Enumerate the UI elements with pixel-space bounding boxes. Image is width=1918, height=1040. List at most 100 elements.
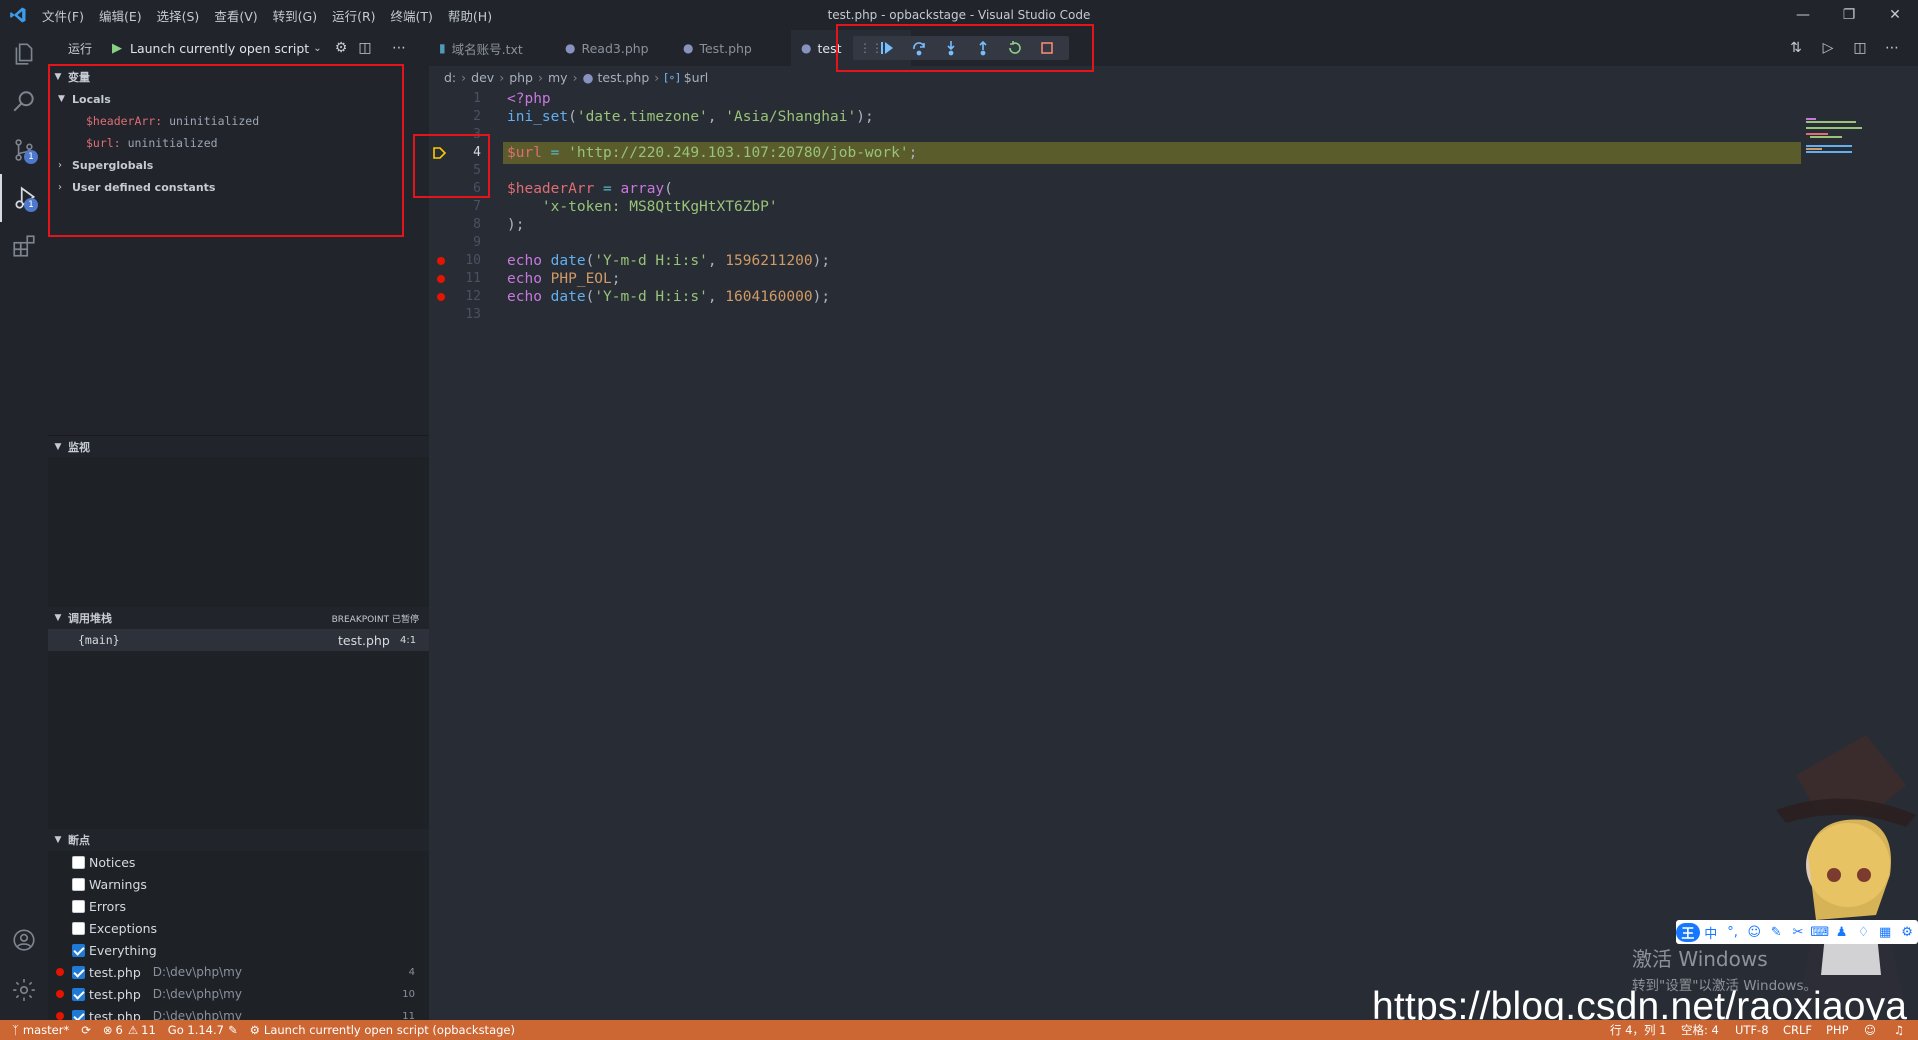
launch-settings-gear-icon[interactable]: ⚙ bbox=[332, 39, 350, 57]
breakpoint-path: D:\dev\php\my bbox=[152, 965, 242, 979]
ime-skin-icon[interactable]: ♢ bbox=[1852, 925, 1874, 940]
files-icon[interactable] bbox=[0, 30, 48, 78]
code-line[interactable]: 13 bbox=[429, 304, 1918, 326]
account-icon[interactable] bbox=[0, 916, 48, 964]
ime-settings-icon[interactable]: ⚙ bbox=[1896, 925, 1918, 940]
extensions-icon[interactable] bbox=[0, 222, 48, 270]
menu-edit[interactable]: 编辑(E) bbox=[99, 6, 142, 25]
run-file-icon[interactable]: ▷ bbox=[1819, 39, 1837, 57]
breakpoint-file: test.php bbox=[89, 964, 141, 980]
menu-bar: 文件(F) 编辑(E) 选择(S) 查看(V) 转到(G) 运行(R) 终端(T… bbox=[42, 0, 507, 30]
annotation-box-current-line bbox=[413, 134, 490, 198]
menu-go[interactable]: 转到(G) bbox=[273, 6, 317, 25]
restore-icon[interactable]: ❐ bbox=[1826, 0, 1872, 30]
ime-logo-icon[interactable]: 王 bbox=[1676, 922, 1700, 942]
checkbox[interactable] bbox=[72, 877, 85, 891]
ime-toolbar[interactable]: 王 中 °, ☺ ✎ ✂ ⌨ ♟ ♢ ▦ ⚙ bbox=[1676, 920, 1918, 944]
breadcrumb-item[interactable]: dev bbox=[471, 70, 494, 85]
encoding[interactable]: UTF-8 bbox=[1735, 1020, 1769, 1040]
breakpoint-file-row[interactable]: test.php D:\dev\php\my 10 bbox=[48, 983, 429, 1005]
breadcrumb-item[interactable]: $url bbox=[684, 70, 709, 85]
stack-frame-position: 4:1 bbox=[400, 634, 417, 646]
breakpoint-option-row[interactable]: Notices bbox=[48, 851, 429, 873]
minimize-icon[interactable]: — bbox=[1780, 0, 1826, 30]
debug-console-icon[interactable]: ◫ bbox=[356, 39, 374, 57]
chevron-down-icon[interactable]: ⌄ bbox=[313, 43, 321, 54]
more-actions-icon[interactable]: ⋯ bbox=[1883, 39, 1901, 57]
checkbox[interactable] bbox=[72, 855, 85, 869]
tab-label: Test.php bbox=[699, 40, 752, 56]
activate-title: 激活 Windows bbox=[1632, 947, 1768, 971]
settings-gear-icon[interactable] bbox=[0, 966, 48, 1014]
breakpoint-option-row[interactable]: Warnings bbox=[48, 873, 429, 895]
tab-domain-accounts[interactable]: ▮ 域名账号.txt bbox=[429, 30, 555, 66]
breakpoint-dot-icon bbox=[56, 1012, 64, 1020]
breadcrumb-item[interactable]: php bbox=[509, 70, 533, 85]
go-version[interactable]: Go 1.14.7 ✎ bbox=[168, 1023, 238, 1037]
sync-icon[interactable]: ⟳ bbox=[81, 1023, 91, 1037]
line-number: 13 bbox=[465, 307, 481, 322]
run-debug-icon[interactable]: 1 bbox=[0, 174, 48, 222]
ime-cut-icon[interactable]: ✂ bbox=[1787, 925, 1809, 940]
problems-indicator[interactable]: ⊗ 6 ⚠ 11 bbox=[103, 1023, 156, 1037]
ime-chinese-icon[interactable]: 中 bbox=[1700, 923, 1722, 942]
ime-emoji-icon[interactable]: ☺ bbox=[1743, 925, 1765, 940]
search-icon[interactable] bbox=[0, 78, 48, 126]
branch-icon: ᛉ bbox=[12, 1023, 19, 1037]
watch-panel bbox=[48, 457, 429, 607]
breakpoint-option-row[interactable]: Errors bbox=[48, 895, 429, 917]
line-ending[interactable]: CRLF bbox=[1783, 1020, 1812, 1040]
checkbox[interactable] bbox=[72, 987, 85, 1001]
breakpoint-option-label: Errors bbox=[89, 898, 126, 914]
menu-help[interactable]: 帮助(H) bbox=[448, 6, 492, 25]
cursor-position[interactable]: 行 4，列 1 bbox=[1610, 1020, 1666, 1040]
breakpoint-option-label: Notices bbox=[89, 854, 136, 870]
menu-selection[interactable]: 选择(S) bbox=[157, 6, 200, 25]
breakpoint-file: test.php bbox=[89, 986, 141, 1002]
notifications-bell-icon[interactable]: ♫ bbox=[1894, 1020, 1904, 1040]
checkbox[interactable] bbox=[72, 943, 85, 957]
open-changes-icon[interactable]: ⇅ bbox=[1787, 39, 1805, 57]
breakpoint-option-row[interactable]: Everything bbox=[48, 939, 429, 961]
git-branch[interactable]: ᛉ master* bbox=[12, 1023, 69, 1037]
ime-grid-icon[interactable]: ▦ bbox=[1874, 925, 1896, 940]
ime-punctuation-icon[interactable]: °, bbox=[1722, 925, 1744, 940]
indent-setting[interactable]: 空格: 4 bbox=[1681, 1020, 1719, 1040]
tab-read3[interactable]: ● Read3.php bbox=[555, 30, 673, 66]
start-debugging-icon[interactable]: ▶ bbox=[112, 41, 122, 56]
stack-frame-row[interactable]: {main} test.php 4:1 bbox=[48, 629, 429, 651]
more-actions-icon[interactable]: ⋯ bbox=[390, 39, 408, 57]
checkbox[interactable] bbox=[72, 921, 85, 935]
menu-view[interactable]: 查看(V) bbox=[214, 6, 257, 25]
launch-config-select[interactable]: Launch currently open script bbox=[130, 41, 309, 56]
tab-test-upper[interactable]: ● Test.php bbox=[673, 30, 791, 66]
breakpoint-dot-icon bbox=[56, 968, 64, 976]
watch-section-header[interactable]: ▼ 监视 bbox=[48, 435, 429, 457]
breadcrumb-item[interactable]: d: bbox=[444, 70, 456, 85]
callstack-section-header[interactable]: ▼ 调用堆栈 BREAKPOINT 已暂停 bbox=[48, 607, 429, 629]
ime-handwrite-icon[interactable]: ✎ bbox=[1765, 925, 1787, 940]
php-elephant-icon: ● bbox=[582, 69, 594, 85]
split-editor-icon[interactable]: ◫ bbox=[1851, 39, 1869, 57]
feedback-icon[interactable]: ☺ bbox=[1864, 1020, 1876, 1040]
menu-file[interactable]: 文件(F) bbox=[42, 6, 84, 25]
checkbox[interactable] bbox=[72, 899, 85, 913]
breakpoint-file-row[interactable]: test.php D:\dev\php\my 4 bbox=[48, 961, 429, 983]
close-icon[interactable]: ✕ bbox=[1872, 0, 1918, 30]
language-mode[interactable]: PHP bbox=[1826, 1020, 1849, 1040]
source-control-icon[interactable]: 1 bbox=[0, 126, 48, 174]
menu-terminal[interactable]: 终端(T) bbox=[391, 6, 433, 25]
callstack-title: 调用堆栈 bbox=[68, 612, 112, 625]
breadcrumb-item[interactable]: my bbox=[548, 70, 568, 85]
breakpoint-option-row[interactable]: Exceptions bbox=[48, 917, 429, 939]
checkbox[interactable] bbox=[72, 965, 85, 979]
paused-status: BREAKPOINT 已暂停 bbox=[331, 614, 419, 625]
php-elephant-icon: ● bbox=[565, 41, 576, 55]
breadcrumb-item[interactable]: test.php bbox=[597, 70, 649, 85]
ime-user-icon[interactable]: ♟ bbox=[1831, 925, 1853, 940]
menu-run[interactable]: 运行(R) bbox=[332, 6, 375, 25]
ime-keyboard-icon[interactable]: ⌨ bbox=[1809, 925, 1831, 940]
run-toolbar: 运行 ▶ Launch currently open script ⌄ ⚙ ◫ … bbox=[48, 30, 429, 66]
debug-launch-status[interactable]: ⚙ Launch currently open script (opbackst… bbox=[250, 1023, 515, 1037]
breakpoints-section-header[interactable]: ▼ 断点 bbox=[48, 829, 429, 851]
